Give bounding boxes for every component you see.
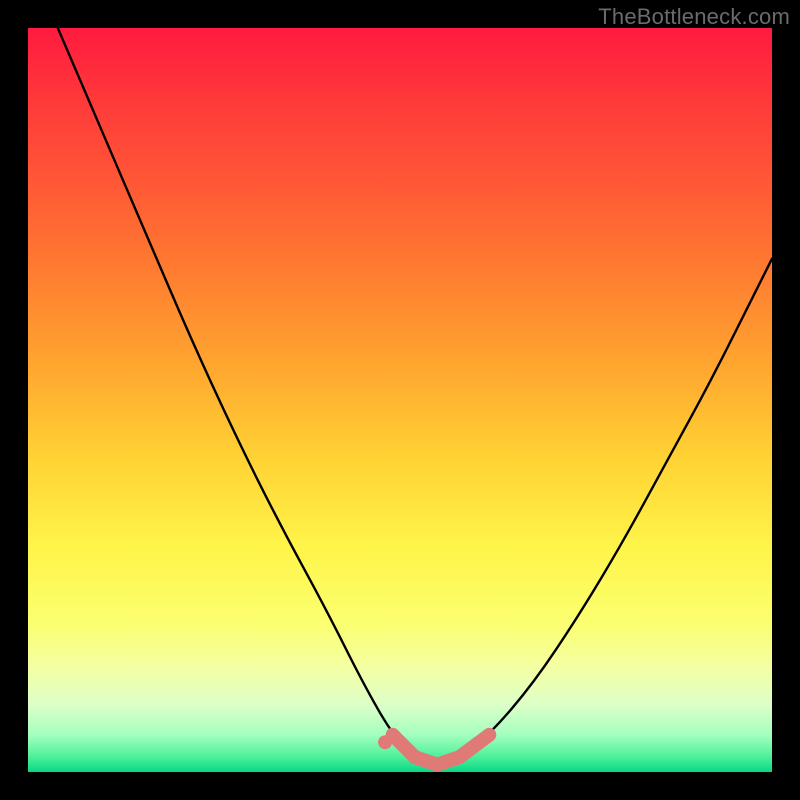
chart-frame: TheBottleneck.com xyxy=(0,0,800,800)
bottleneck-curve xyxy=(58,28,772,763)
valley-dot xyxy=(378,735,392,749)
watermark-text: TheBottleneck.com xyxy=(598,4,790,30)
plot-area xyxy=(28,28,772,772)
valley-highlight xyxy=(393,735,490,765)
chart-svg xyxy=(28,28,772,772)
